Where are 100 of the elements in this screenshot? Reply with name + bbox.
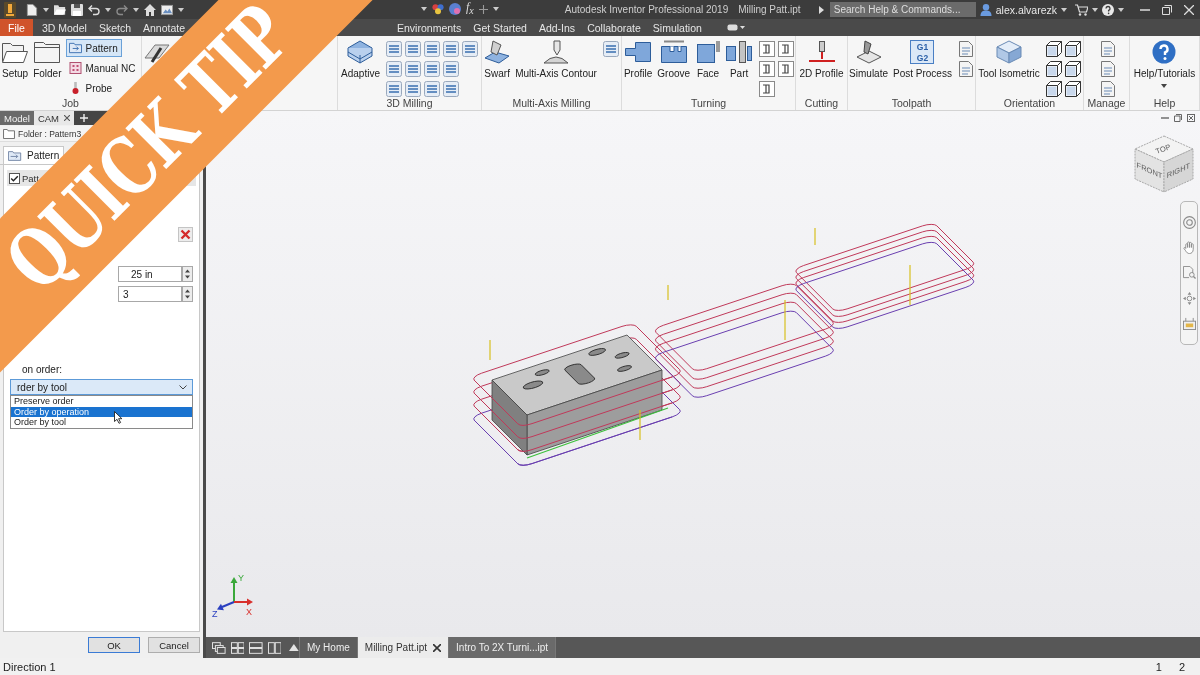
ribbon-tab[interactable]: 3D Model [36, 19, 92, 36]
ribbon-button[interactable]: Profile [621, 39, 655, 81]
close-icon[interactable] [1187, 114, 1195, 122]
ribbon-button[interactable]: Adaptive [339, 39, 382, 81]
layers-icon[interactable] [424, 81, 441, 97]
caret-icon[interactable] [421, 7, 427, 12]
cart-icon[interactable] [1075, 3, 1088, 16]
caret-icon[interactable] [178, 7, 184, 12]
look-at-icon[interactable] [1182, 316, 1196, 330]
cube-outline-icon[interactable] [1046, 41, 1063, 57]
spheres-icon[interactable] [432, 3, 444, 16]
document-icon[interactable] [958, 61, 975, 77]
ribbon-button[interactable]: Folder [31, 39, 64, 81]
steering-wheel-icon[interactable] [1182, 216, 1196, 230]
caret-icon[interactable] [43, 7, 49, 12]
ribbon-button[interactable]: Help/Tutorials [1131, 39, 1198, 89]
dropdown-option[interactable]: Preserve order [11, 396, 192, 407]
ribbon-tab[interactable]: Simulation [647, 19, 707, 36]
save-icon[interactable] [71, 3, 83, 16]
cube-outline-icon[interactable] [1065, 41, 1082, 57]
ribbon-button[interactable]: Part [724, 39, 755, 81]
caret-icon[interactable] [133, 7, 139, 12]
triangle-icon[interactable] [818, 5, 824, 14]
redo-icon[interactable] [116, 3, 128, 16]
tile-grid-icon[interactable] [230, 641, 245, 654]
ribbon-button[interactable]: Setup [0, 39, 31, 81]
hand-icon[interactable] [1182, 241, 1196, 255]
dialog-button[interactable]: Cancel [148, 637, 200, 653]
cube-outline-icon[interactable] [1046, 61, 1063, 77]
ribbon-button[interactable]: Tool Isometric [976, 39, 1042, 81]
document-icon[interactable] [1099, 41, 1116, 57]
help-icon[interactable] [1102, 3, 1114, 16]
restore-icon[interactable] [1174, 114, 1182, 122]
document-icon[interactable] [1099, 61, 1116, 77]
bracket-icon[interactable] [777, 61, 794, 77]
document-tab[interactable]: Milling Patt.ipt [357, 637, 450, 658]
panel-toggle-icon[interactable] [726, 24, 745, 31]
ribbon-button[interactable]: Probe [65, 79, 117, 97]
caret-icon[interactable] [1092, 7, 1098, 12]
layers-icon[interactable] [405, 81, 422, 97]
ribbon-button[interactable]: Swarf [482, 39, 513, 81]
layers-icon[interactable] [603, 41, 620, 57]
dropdown-option[interactable]: Order by tool [11, 417, 192, 428]
cube-outline-icon[interactable] [1065, 61, 1082, 77]
layers-icon[interactable] [443, 81, 460, 97]
caret-icon[interactable] [1061, 7, 1067, 12]
split-columns-icon[interactable] [267, 641, 282, 654]
close-icon[interactable] [433, 643, 442, 652]
delete-icon[interactable] [178, 227, 193, 242]
plus-icon[interactable] [478, 5, 488, 14]
layers-icon[interactable] [443, 61, 460, 77]
bracket-icon[interactable] [758, 81, 775, 97]
layers-icon[interactable] [443, 41, 460, 57]
undo-icon[interactable] [88, 3, 100, 16]
open-folder-icon[interactable] [54, 3, 66, 16]
layers-icon[interactable] [424, 61, 441, 77]
layers-icon[interactable] [386, 81, 403, 97]
zoom-icon[interactable] [1182, 266, 1196, 280]
document-tab[interactable]: My Home [300, 637, 358, 658]
ribbon-button[interactable]: Simulate [847, 39, 890, 81]
cube-outline-icon[interactable] [1046, 81, 1063, 97]
orbit-icon[interactable] [1182, 291, 1196, 305]
ribbon-button[interactable]: Groove [655, 39, 693, 81]
new-document-icon[interactable] [26, 3, 38, 16]
bracket-icon[interactable] [758, 61, 775, 77]
dropdown-option[interactable]: Order by operation [11, 406, 192, 417]
user-name[interactable]: alex.alvarezk [995, 3, 1057, 16]
ribbon-button[interactable]: Multi-Axis Contour [513, 39, 599, 81]
input-field[interactable]: 3 [118, 286, 182, 302]
layers-icon[interactable] [386, 41, 403, 57]
cube-outline-icon[interactable] [1065, 81, 1082, 97]
document-tab[interactable]: Intro To 2X Turni...ipt [449, 637, 557, 658]
search-field[interactable]: Search Help & Commands... [829, 2, 976, 17]
caret-icon[interactable] [105, 7, 111, 12]
split-rows-icon[interactable] [249, 641, 263, 654]
ribbon-tab[interactable]: Environments [392, 19, 467, 36]
layers-icon[interactable] [405, 41, 422, 57]
document-icon[interactable] [958, 41, 975, 57]
spin-buttons[interactable] [182, 286, 193, 302]
spin-buttons[interactable] [182, 266, 193, 282]
ribbon-button[interactable]: Face [693, 39, 724, 81]
ribbon-tab[interactable]: Add-Ins [533, 19, 581, 36]
bracket-icon[interactable] [758, 41, 775, 57]
ribbon-tab[interactable]: Collaborate [582, 19, 646, 36]
close-icon[interactable] [64, 115, 70, 121]
fx-button[interactable]: f$_{x}$ [466, 0, 474, 19]
picture-icon[interactable] [161, 3, 173, 16]
bracket-icon[interactable] [777, 41, 794, 57]
layers-icon[interactable] [462, 41, 479, 57]
user-icon[interactable] [979, 3, 992, 16]
file-menu-tab[interactable]: File [0, 19, 33, 36]
caret-icon[interactable] [492, 7, 499, 12]
ribbon-button[interactable]: 2D Profile [797, 39, 846, 81]
ribbon-button[interactable]: G1 G2 Post Process [891, 39, 954, 81]
sphere-icon[interactable] [449, 3, 461, 16]
ribbon-button[interactable]: Manual NC [65, 59, 140, 77]
caret-icon[interactable] [1161, 84, 1168, 88]
checkbox[interactable] [9, 172, 20, 184]
dialog-button[interactable]: OK [88, 637, 140, 653]
ribbon-tab[interactable]: Get Started [468, 19, 532, 36]
